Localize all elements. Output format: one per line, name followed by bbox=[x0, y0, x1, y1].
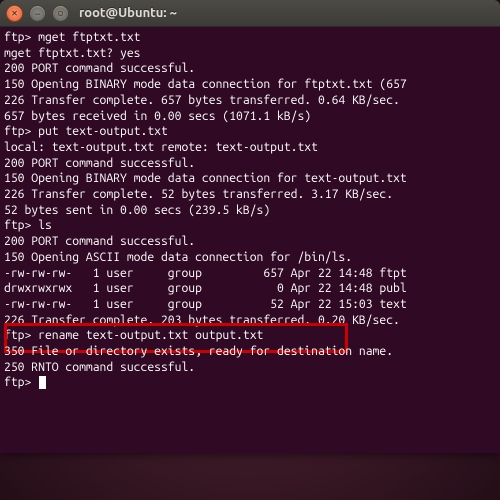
terminal-line: local: text-output.txt remote: text-outp… bbox=[4, 140, 496, 156]
terminal-line: 250 RNTO command successful. bbox=[4, 360, 496, 376]
terminal-line: ftp> put text-output.txt bbox=[4, 124, 496, 140]
terminal-area[interactable]: ftp> mget ftptxt.txtmget ftptxt.txt? yes… bbox=[0, 27, 500, 453]
terminal-line: 657 bytes received in 0.00 secs (1071.1 … bbox=[4, 109, 496, 125]
window-title: root@Ubuntu: ~ bbox=[79, 6, 177, 20]
terminal-line: 150 Opening BINARY mode data connection … bbox=[4, 77, 496, 93]
maximize-icon[interactable]: ▫ bbox=[52, 5, 69, 22]
terminal-line: 200 PORT command successful. bbox=[4, 61, 496, 77]
close-icon[interactable]: ✕ bbox=[6, 5, 23, 22]
terminal-line: ftp> mget ftptxt.txt bbox=[4, 30, 496, 46]
terminal-line: 226 Transfer complete. 203 bytes transfe… bbox=[4, 313, 496, 329]
terminal-line: 150 Opening ASCII mode data connection f… bbox=[4, 250, 496, 266]
terminal-line: 226 Transfer complete. 657 bytes transfe… bbox=[4, 93, 496, 109]
cursor bbox=[39, 376, 46, 389]
terminal-line: drwxrwxrwx 1 user group 0 Apr 22 14:48 p… bbox=[4, 281, 496, 297]
titlebar[interactable]: ✕ − ▫ root@Ubuntu: ~ bbox=[0, 0, 500, 27]
terminal-line: 200 PORT command successful. bbox=[4, 156, 496, 172]
terminal-line: 200 PORT command successful. bbox=[4, 234, 496, 250]
terminal-line: -rw-rw-rw- 1 user group 657 Apr 22 14:48… bbox=[4, 266, 496, 282]
terminal-line: mget ftptxt.txt? yes bbox=[4, 46, 496, 62]
terminal-line: 350 File or directory exists, ready for … bbox=[4, 344, 496, 360]
minimize-icon[interactable]: − bbox=[29, 5, 46, 22]
terminal-line: 150 Opening BINARY mode data connection … bbox=[4, 171, 496, 187]
terminal-line: ftp> ls bbox=[4, 218, 496, 234]
terminal-line: ftp> bbox=[4, 375, 496, 391]
terminal-line: -rw-rw-rw- 1 user group 52 Apr 22 15:03 … bbox=[4, 297, 496, 313]
terminal-window: ✕ − ▫ root@Ubuntu: ~ ftp> mget ftptxt.tx… bbox=[0, 0, 500, 453]
terminal-line: 52 bytes sent in 0.00 secs (239.5 kB/s) bbox=[4, 203, 496, 219]
terminal-line: ftp> rename text-output.txt output.txt bbox=[4, 328, 496, 344]
window-controls: ✕ − ▫ bbox=[6, 5, 69, 22]
terminal-line: 226 Transfer complete. 52 bytes transfer… bbox=[4, 187, 496, 203]
